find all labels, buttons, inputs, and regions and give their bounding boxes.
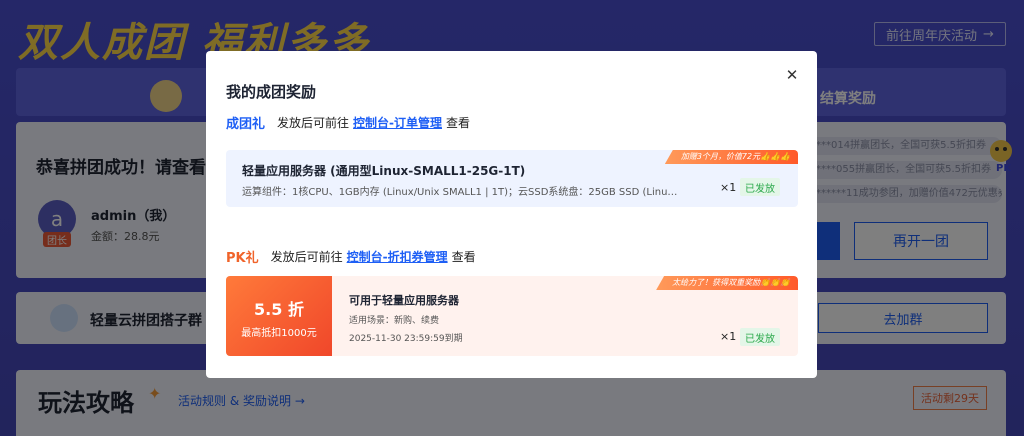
coupon-management-link[interactable]: 控制台-折扣券管理 [347,248,448,265]
reward-quantity: ×1 [720,181,737,194]
reward-description: 运算组件：1核CPU、1GB内存 (Linux/Unix SMALL1 | 1T… [242,187,682,198]
coupon-name: 可用于轻量应用服务器 [349,294,459,307]
coupon-face: 5.5 折 最高抵扣1000元 [226,276,332,356]
modal-title: 我的成团奖励 [226,83,317,101]
section-suffix: 查看 [451,250,476,264]
section-prefix: 发放后可前往 [270,250,343,264]
status-badge: 已发放 [740,328,780,346]
section-suffix: 查看 [446,116,471,130]
coupon-discount: 5.5 折 [254,300,304,319]
bonus-ribbon: 太给力了！获得双重奖励👏👏👏 [656,276,798,290]
section-tag: PK礼 [226,251,259,266]
reward-coupon: 5.5 折 最高抵扣1000元 太给力了！获得双重奖励👏👏👏 可用于轻量应用服务… [226,276,798,356]
coupon-scene: 适用场景：新购、续费 [349,316,440,326]
reward-quantity: ×1 [720,330,737,343]
status-badge: 已发放 [740,178,780,196]
section-pk-gift: PK礼 发放后可前往 控制台-折扣券管理 查看 [226,247,476,266]
coupon-expiry: 2025-11-30 23:59:59到期 [349,334,463,344]
reward-server: 加赠3个月，价值72元👍👍👍 轻量应用服务器 (通用型Linux-SMALL1-… [226,150,798,207]
reward-modal: 我的成团奖励 ✕ 成团礼 发放后可前往 控制台-订单管理 查看 加赠3个月，价值… [206,51,817,378]
order-management-link[interactable]: 控制台-订单管理 [353,114,442,131]
section-prefix: 发放后可前往 [277,116,350,130]
reward-name: 轻量应用服务器 (通用型Linux-SMALL1-25G-1T) [242,164,526,178]
close-icon[interactable]: ✕ [784,67,800,83]
coupon-max-deduction: 最高抵扣1000元 [241,328,317,339]
section-group-gift: 成团礼 发放后可前往 控制台-订单管理 查看 [226,113,470,132]
section-tag: 成团礼 [226,117,266,132]
bonus-ribbon: 加赠3个月，价值72元👍👍👍 [664,150,798,164]
